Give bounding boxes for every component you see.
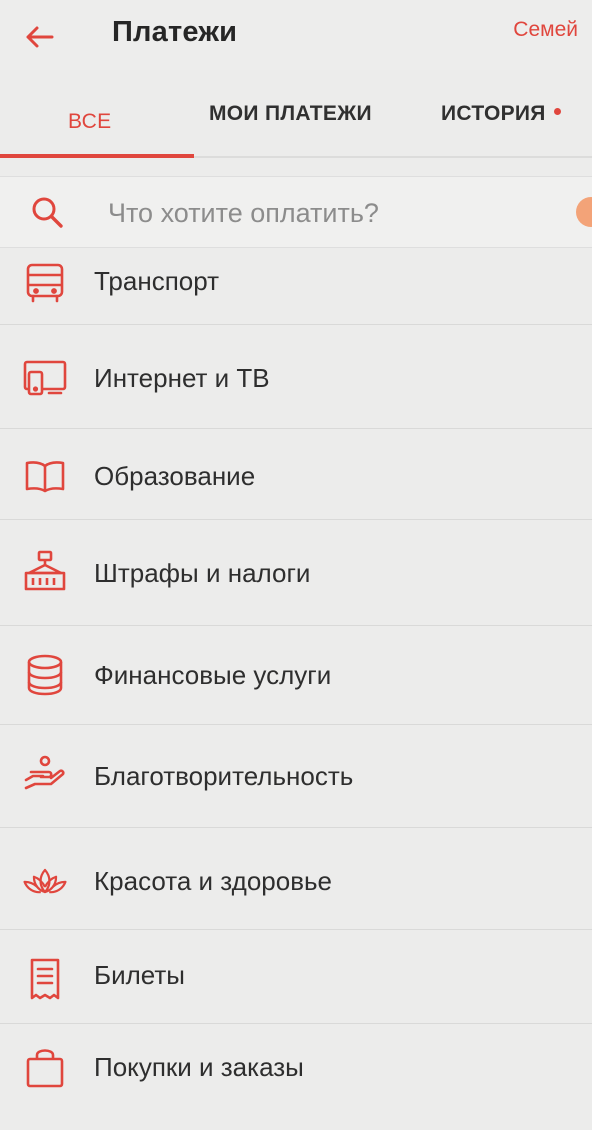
category-list: Транспорт Интернет и ТВ Образование Штра… [0, 248, 592, 1130]
list-item[interactable]: Покупки и заказы [0, 1024, 592, 1130]
government-building-icon [22, 548, 68, 594]
bus-icon [22, 260, 68, 306]
devices-icon [22, 355, 68, 401]
back-button[interactable] [22, 20, 56, 54]
category-label: Красота и здоровье [94, 866, 333, 896]
category-label: Интернет и ТВ [94, 363, 270, 393]
category-label: Штрафы и налоги [94, 558, 311, 588]
shopping-bag-icon [22, 1044, 68, 1090]
tab-history-label: ИСТОРИЯ [441, 102, 546, 125]
category-label: Покупки и заказы [94, 1052, 304, 1082]
search-icon [32, 197, 63, 228]
list-item[interactable]: Билеты [0, 930, 592, 1024]
lotus-icon [22, 858, 68, 904]
voice-search-button[interactable] [576, 197, 592, 227]
category-label: Благотворительность [94, 761, 354, 791]
category-label: Билеты [94, 960, 185, 990]
ticket-icon [22, 956, 68, 1002]
category-label: Транспорт [94, 266, 220, 296]
category-label: Образование [94, 461, 256, 491]
list-item[interactable]: Транспорт [0, 248, 592, 325]
tab-all[interactable]: ВСЕ [68, 110, 111, 134]
active-tab-indicator [0, 154, 194, 158]
list-item[interactable]: Штрафы и налоги [0, 520, 592, 626]
tab-my-payments[interactable]: МОИ ПЛАТЕЖИ [209, 102, 372, 126]
list-item[interactable]: Образование [0, 429, 592, 520]
notification-dot [553, 107, 561, 115]
arrow-left-icon [26, 26, 54, 48]
page-title: Платежи [112, 16, 238, 48]
charity-hand-icon [22, 751, 68, 797]
tab-bar: ВСЕ МОИ ПЛАТЕЖИ ИСТОРИЯ [0, 72, 592, 158]
list-item[interactable]: Интернет и ТВ [0, 325, 592, 429]
app-header: Платежи Семей [0, 0, 592, 70]
search-bar [0, 176, 592, 248]
family-button[interactable]: Семей [513, 18, 578, 42]
category-label: Финансовые услуги [94, 660, 332, 690]
search-input[interactable] [108, 189, 548, 237]
coins-stack-icon [22, 652, 68, 698]
list-item[interactable]: Красота и здоровье [0, 828, 592, 930]
tab-history[interactable]: ИСТОРИЯ [441, 102, 561, 126]
list-item[interactable]: Финансовые услуги [0, 626, 592, 725]
book-icon [22, 453, 68, 499]
list-item[interactable]: Благотворительность [0, 725, 592, 828]
